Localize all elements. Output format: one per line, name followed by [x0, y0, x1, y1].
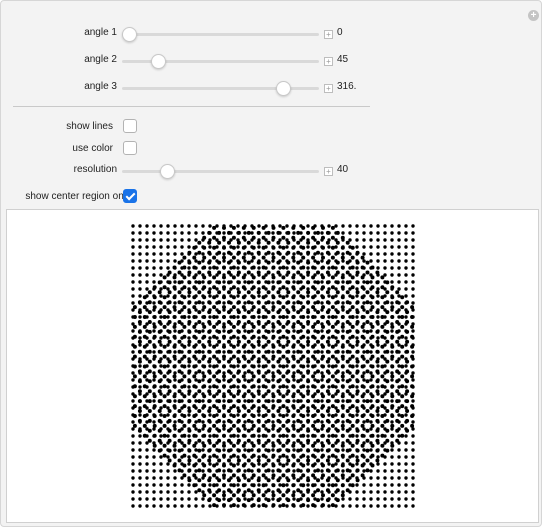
- show-center-label: show center region only: [25, 191, 131, 202]
- angle1-slider[interactable]: [122, 27, 319, 42]
- angle1-plus-icon[interactable]: +: [324, 30, 333, 39]
- use-color-label: use color: [72, 143, 113, 154]
- show-lines-checkbox[interactable]: [123, 119, 137, 133]
- show-lines-label: show lines: [66, 121, 113, 132]
- angle3-value: 316.: [337, 81, 357, 92]
- angle3-slider[interactable]: [122, 81, 319, 96]
- angle3-control: angle 3 + 316.: [1, 79, 544, 97]
- plus-circle-icon[interactable]: +: [528, 10, 539, 21]
- angle1-value: 0: [337, 27, 343, 38]
- resolution-value: 40: [337, 164, 349, 175]
- output-area: [6, 209, 539, 523]
- angle2-slider[interactable]: [122, 54, 319, 69]
- angle2-slider-thumb[interactable]: [150, 54, 166, 69]
- resolution-plus-icon[interactable]: +: [324, 167, 333, 176]
- resolution-slider[interactable]: [122, 164, 319, 179]
- angle3-plus-icon[interactable]: +: [324, 84, 333, 93]
- resolution-slider-thumb[interactable]: [160, 164, 175, 179]
- resolution-label: resolution: [73, 164, 117, 175]
- angle3-label: angle 3: [84, 81, 117, 92]
- manipulate-panel: + angle 1 + 0 angle 2 + 45 angle 3 + 316…: [0, 0, 542, 527]
- use-color-checkbox[interactable]: [123, 141, 137, 155]
- resolution-control: resolution + 40: [1, 162, 544, 180]
- angle1-control: angle 1 + 0: [1, 25, 544, 43]
- angle1-label: angle 1: [84, 27, 117, 38]
- angle2-plus-icon[interactable]: +: [324, 57, 333, 66]
- angle3-slider-thumb[interactable]: [275, 81, 291, 96]
- separator: [13, 106, 370, 107]
- angle1-slider-thumb[interactable]: [122, 27, 137, 42]
- moire-pattern: [131, 224, 415, 508]
- angle2-label: angle 2: [84, 54, 117, 65]
- angle2-control: angle 2 + 45: [1, 52, 544, 70]
- show-center-checkbox[interactable]: [123, 189, 137, 203]
- angle2-value: 45: [337, 54, 349, 65]
